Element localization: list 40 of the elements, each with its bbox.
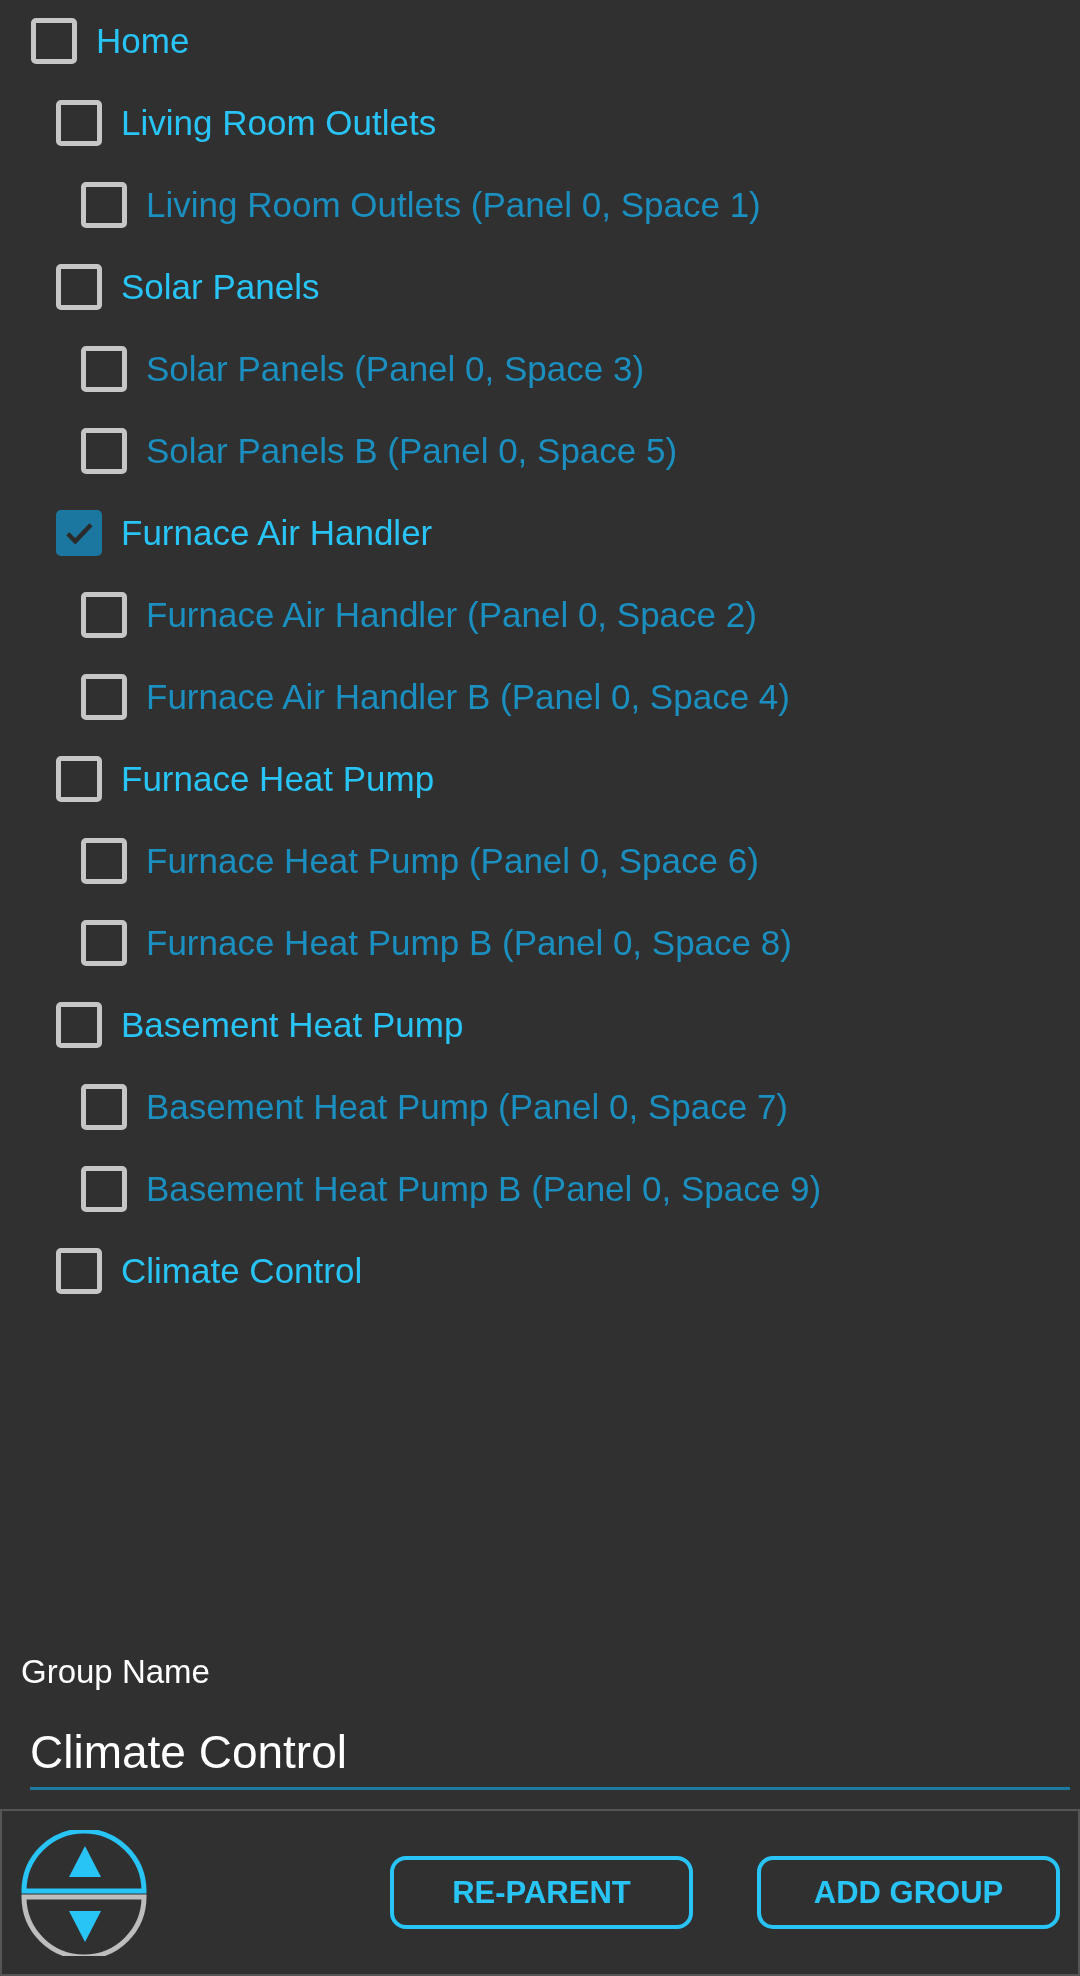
tree-item-label[interactable]: Basement Heat Pump xyxy=(121,1004,464,1046)
group-name-field[interactable]: Climate Control xyxy=(30,1700,1070,1790)
checkbox[interactable] xyxy=(81,182,127,228)
checkbox[interactable] xyxy=(56,100,102,146)
up-triangle-icon xyxy=(69,1845,101,1877)
checkbox[interactable] xyxy=(81,674,127,720)
checkbox[interactable] xyxy=(81,428,127,474)
tree-item-label[interactable]: Solar Panels xyxy=(121,266,320,308)
tree-item-label[interactable]: Basement Heat Pump (Panel 0, Space 7) xyxy=(146,1086,788,1128)
action-button[interactable]: RE-PARENT xyxy=(390,1856,693,1929)
tree-item-label[interactable]: Basement Heat Pump B (Panel 0, Space 9) xyxy=(146,1168,822,1210)
checkbox[interactable] xyxy=(56,756,102,802)
checkbox[interactable] xyxy=(31,18,77,64)
checkbox[interactable] xyxy=(56,264,102,310)
tree-item-label[interactable]: Solar Panels B (Panel 0, Space 5) xyxy=(146,430,678,472)
tree-item-label[interactable]: Climate Control xyxy=(121,1250,363,1292)
action-button[interactable]: ADD GROUP xyxy=(757,1856,1060,1929)
tree-item-label[interactable]: Home xyxy=(96,20,190,62)
checkbox[interactable] xyxy=(81,1084,127,1130)
checkbox[interactable] xyxy=(56,1002,102,1048)
tree-item-label[interactable]: Furnace Air Handler xyxy=(121,512,433,554)
tree-item-label[interactable]: Furnace Heat Pump B (Panel 0, Space 8) xyxy=(146,922,792,964)
tree-item-label[interactable]: Furnace Heat Pump (Panel 0, Space 6) xyxy=(146,840,759,882)
checkbox[interactable] xyxy=(81,1166,127,1212)
checkbox[interactable] xyxy=(81,346,127,392)
tree-item-label[interactable]: Living Room Outlets (Panel 0, Space 1) xyxy=(146,184,761,226)
tree-item-label[interactable]: Furnace Air Handler B (Panel 0, Space 4) xyxy=(146,676,790,718)
checkbox[interactable] xyxy=(81,838,127,884)
checkbox[interactable] xyxy=(81,920,127,966)
move-up-button[interactable] xyxy=(21,1829,147,1893)
checkbox[interactable] xyxy=(56,1248,102,1294)
checkbox[interactable] xyxy=(56,510,102,556)
tree-item-label[interactable]: Living Room Outlets xyxy=(121,102,437,144)
tree-item-label[interactable]: Furnace Heat Pump xyxy=(121,758,435,800)
down-triangle-icon xyxy=(69,1910,101,1942)
field-label: Group Name xyxy=(21,1652,210,1692)
tree-item-label[interactable]: Solar Panels (Panel 0, Space 3) xyxy=(146,348,645,390)
move-down-button[interactable] xyxy=(21,1894,147,1956)
checkbox[interactable] xyxy=(81,592,127,638)
tree-item-label[interactable]: Furnace Air Handler (Panel 0, Space 2) xyxy=(146,594,757,636)
